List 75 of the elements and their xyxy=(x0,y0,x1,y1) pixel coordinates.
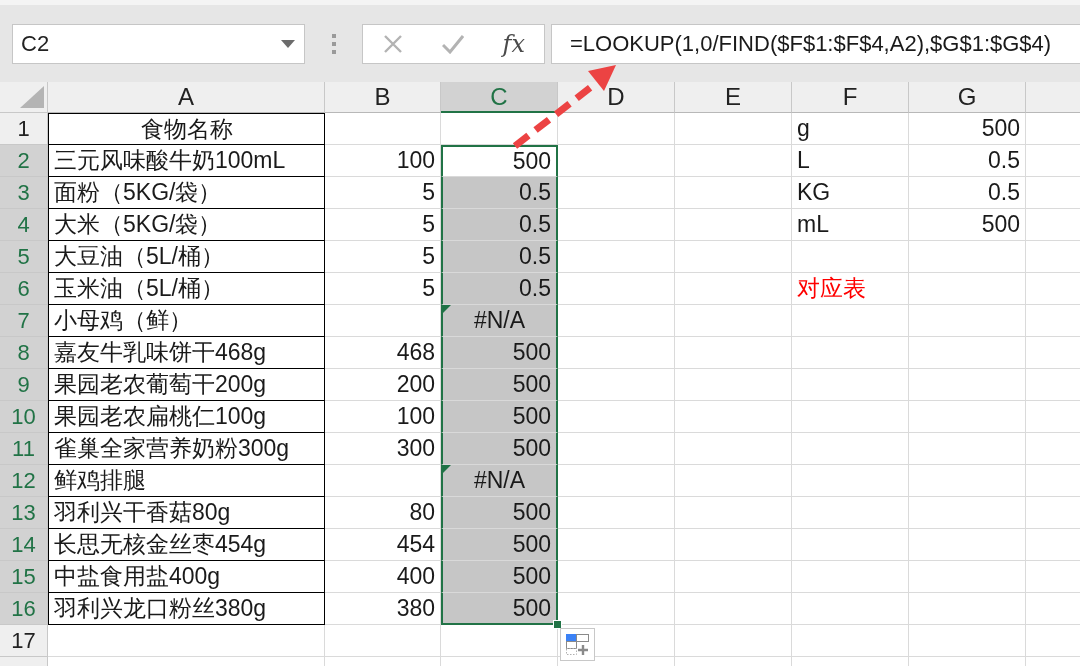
table-cell: 0.5 xyxy=(441,177,558,209)
table-cell: 嘉友牛乳味饼干468g xyxy=(48,337,325,369)
table-cell: 0.5 xyxy=(441,209,558,241)
table-cell: 0.5 xyxy=(909,145,1026,177)
table-cell: 500 xyxy=(441,497,558,529)
row-header[interactable]: 1 xyxy=(0,113,48,145)
table-cell: #N/A xyxy=(441,465,558,497)
table-cell: #N/A xyxy=(441,305,558,337)
row-header[interactable]: 9 xyxy=(0,369,48,401)
table-cell: 大米（5KG/袋） xyxy=(48,209,325,241)
select-all-button[interactable] xyxy=(0,82,48,113)
table-cell: 雀巢全家营养奶粉300g xyxy=(48,433,325,465)
table-cell: 果园老农扁桃仁100g xyxy=(48,401,325,433)
table-cell: L xyxy=(792,145,909,177)
triangle-icon xyxy=(20,86,44,108)
column-header[interactable]: D xyxy=(558,82,675,113)
table-cell: 500 xyxy=(441,337,558,369)
column-header[interactable]: A xyxy=(48,82,325,113)
grid-plus-icon xyxy=(566,633,589,656)
row-header[interactable]: 3 xyxy=(0,177,48,209)
column-header[interactable]: F xyxy=(792,82,909,113)
table-cell: mL xyxy=(792,209,909,241)
table-cell: 0.5 xyxy=(909,177,1026,209)
table-cell: 三元风味酸牛奶100mL xyxy=(48,145,325,177)
row-header[interactable]: 14 xyxy=(0,529,48,561)
table-cell: 500 xyxy=(441,401,558,433)
table-cell: 玉米油（5L/桶） xyxy=(48,273,325,305)
table-cell: 0.5 xyxy=(441,241,558,273)
table-cell: 大豆油（5L/桶） xyxy=(48,241,325,273)
table-cell: 鲜鸡排腿 xyxy=(48,465,325,497)
fill-handle[interactable] xyxy=(553,620,562,629)
column-header[interactable] xyxy=(1026,82,1080,113)
table-cell: 长思无核金丝枣454g xyxy=(48,529,325,561)
quick-analysis-button[interactable] xyxy=(560,628,595,661)
table-cell: KG xyxy=(792,177,909,209)
table-cell: 500 xyxy=(441,369,558,401)
row-header[interactable]: 17 xyxy=(0,625,48,657)
table-cell: 果园老农葡萄干200g xyxy=(48,369,325,401)
row-header[interactable]: 10 xyxy=(0,401,48,433)
table-cell: 500 xyxy=(441,433,558,465)
caret-icon[interactable] xyxy=(281,40,295,48)
table-cell: 500 xyxy=(909,209,1026,241)
table-cell: 羽利兴干香菇80g xyxy=(48,497,325,529)
table-cell: 0.5 xyxy=(441,273,558,305)
column-header[interactable]: C xyxy=(441,82,558,113)
table-cell: 对应表 xyxy=(792,273,909,305)
table-cell: g xyxy=(792,113,909,145)
row-header[interactable]: 7 xyxy=(0,305,48,337)
table-cell: 500 xyxy=(441,145,558,177)
table-cell: 羽利兴龙口粉丝380g xyxy=(48,593,325,625)
column-header[interactable]: G xyxy=(909,82,1026,113)
row-header[interactable]: 4 xyxy=(0,209,48,241)
table-cell: 500 xyxy=(441,529,558,561)
table-cell: 食物名称 xyxy=(48,113,325,145)
table-cell: 500 xyxy=(441,561,558,593)
row-header[interactable]: 2 xyxy=(0,145,48,177)
row-header[interactable]: 8 xyxy=(0,337,48,369)
name-box[interactable]: C2 xyxy=(12,24,305,64)
table-cell: 中盐食用盐400g xyxy=(48,561,325,593)
row-header[interactable]: 15 xyxy=(0,561,48,593)
row-header[interactable]: 11 xyxy=(0,433,48,465)
cross-icon xyxy=(383,34,404,54)
formula-bar[interactable]: =LOOKUP(1,0/FIND($F$1:$F$4,A2),$G$1:$G$4) xyxy=(551,24,1080,64)
table-cell: 面粉（5KG/袋） xyxy=(48,177,325,209)
column-header[interactable]: E xyxy=(675,82,792,113)
row-header[interactable]: 16 xyxy=(0,593,48,625)
grip-icon[interactable] xyxy=(331,34,336,54)
check-icon xyxy=(442,34,465,54)
table-cell: 500 xyxy=(909,113,1026,145)
column-header[interactable]: B xyxy=(325,82,441,113)
row-header[interactable]: 6 xyxy=(0,273,48,305)
row-header[interactable]: 13 xyxy=(0,497,48,529)
table-cell: 小母鸡（鲜） xyxy=(48,305,325,337)
row-header[interactable]: 5 xyxy=(0,241,48,273)
row-header[interactable]: 12 xyxy=(0,465,48,497)
